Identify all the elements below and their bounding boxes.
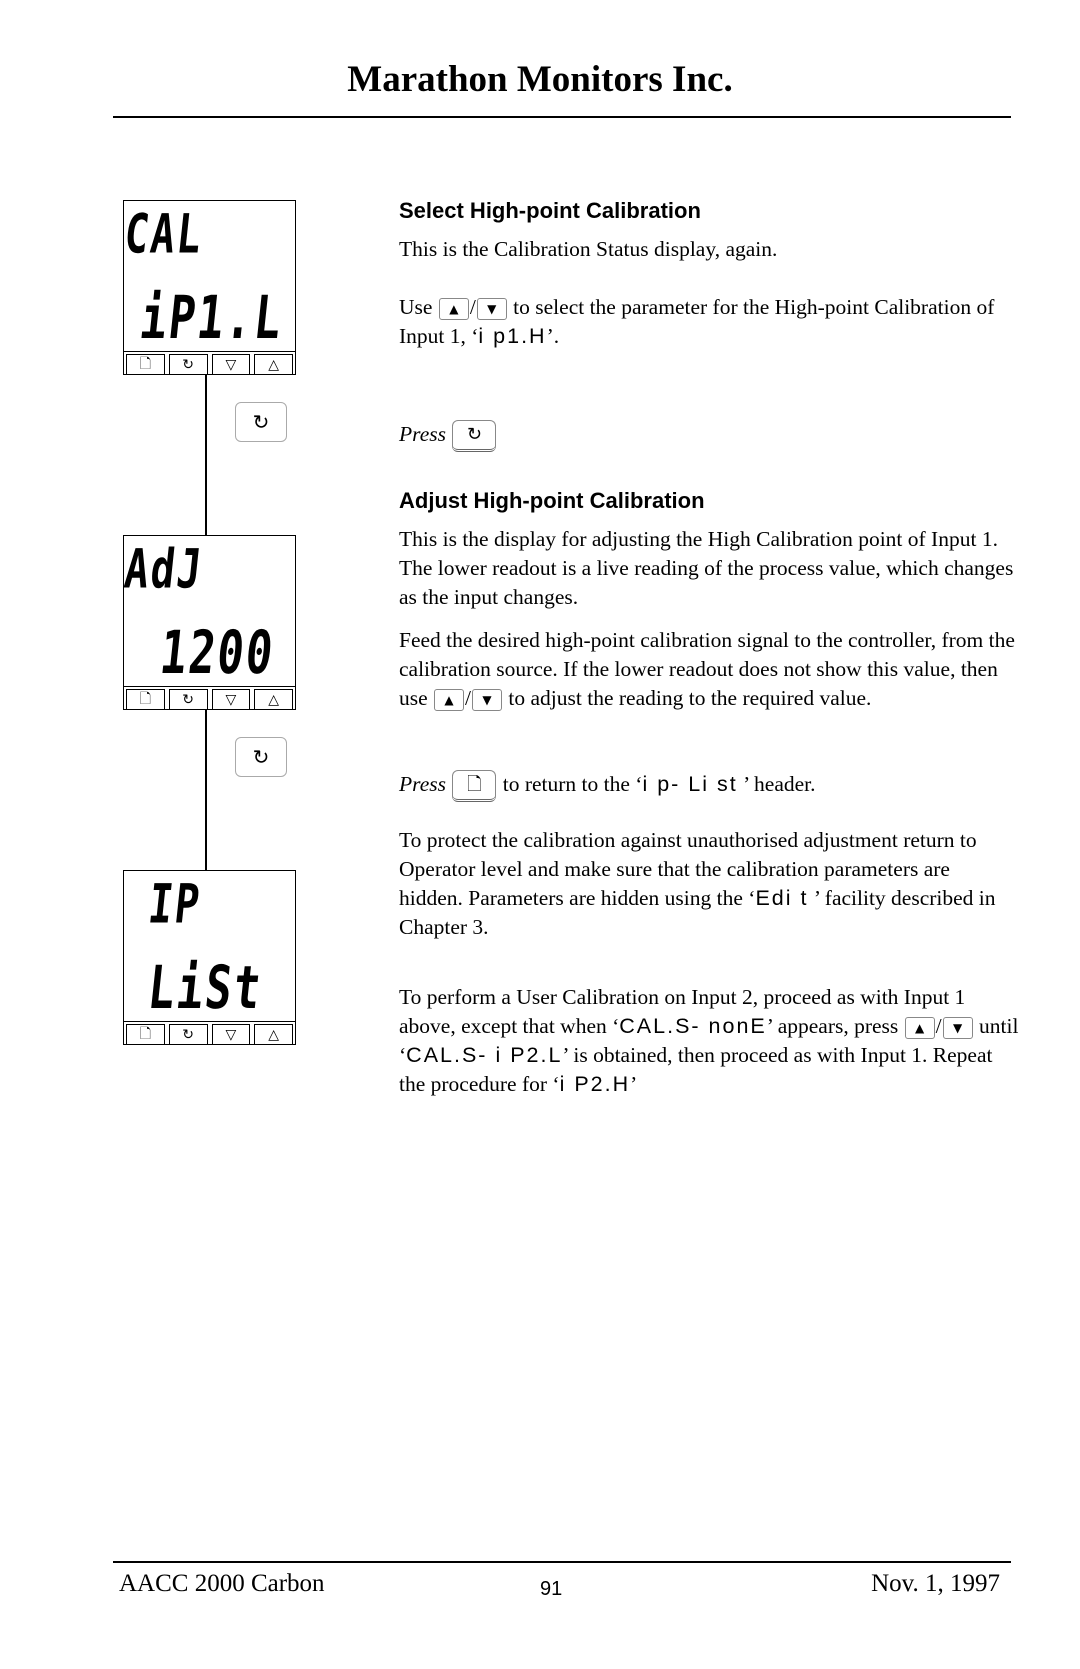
text: / [935, 1014, 942, 1038]
down-key-icon: ▼ [472, 689, 503, 712]
upper-readout: AdJ [121, 539, 207, 602]
press-label: Press [399, 772, 446, 796]
page-number: 91 [540, 1578, 563, 1600]
paragraph: To perform a User Calibration on Input 2… [399, 983, 1019, 1099]
scroll-icon[interactable]: ↻ [168, 354, 208, 375]
down-arrow-icon[interactable]: ▽ [211, 1024, 251, 1045]
scroll-icon[interactable]: ↻ [168, 1024, 208, 1045]
text: to return to the ‘ [502, 772, 643, 796]
lower-readout: LiSt [144, 954, 266, 1023]
paragraph: This is the display for adjusting the Hi… [399, 527, 1014, 609]
panel-keypad: 🗋 ↻ ▽ △ [124, 1021, 295, 1045]
display-panel-adjust: AdJ 1200 🗋 ↻ ▽ △ [121, 535, 296, 710]
up-key-icon: ▲ [904, 1017, 935, 1040]
down-arrow-icon[interactable]: ▽ [211, 354, 251, 375]
down-key-icon: ▼ [476, 298, 507, 321]
section-heading-adjust: Adjust High-point Calibration [399, 488, 705, 513]
lower-readout: 1200 [156, 619, 278, 688]
text: / [465, 686, 472, 710]
parameter-code: i p- Li st [642, 772, 738, 796]
parameter-code: i P2.H [559, 1072, 631, 1096]
page-icon[interactable]: 🗋 [126, 354, 165, 375]
panel-keypad: 🗋 ↻ ▽ △ [124, 351, 295, 375]
scroll-button-icon[interactable]: ↻ [235, 737, 287, 777]
display-panel-cal-status: CAL iP1.L 🗋 ↻ ▽ △ [121, 200, 296, 375]
scroll-button-icon[interactable]: ↻ [235, 402, 287, 442]
page-icon[interactable]: 🗋 [126, 689, 165, 710]
down-arrow-icon[interactable]: ▽ [211, 689, 251, 710]
up-key-icon: ▲ [434, 689, 465, 712]
scroll-icon[interactable]: ↻ [168, 689, 208, 710]
up-arrow-icon[interactable]: △ [254, 1024, 293, 1045]
up-key-icon: ▲ [438, 298, 469, 321]
paragraph: To protect the calibration against unaut… [399, 826, 1019, 942]
section-heading-select: Select High-point Calibration [399, 198, 701, 223]
display-panel-ip-list: IP LiSt 🗋 ↻ ▽ △ [123, 870, 296, 1045]
panel-keypad: 🗋 ↻ ▽ △ [124, 686, 295, 710]
upper-readout: CAL [121, 204, 207, 267]
scroll-key-icon: ↻ [452, 420, 497, 453]
flow-connector [205, 375, 207, 535]
page-key-icon: 🗋 [452, 770, 497, 803]
text: ’. [546, 324, 560, 348]
parameter-code: CAL.S- nonE [619, 1014, 767, 1038]
page-header-title: Marathon Monitors Inc. [347, 59, 733, 100]
footer-rule [113, 1561, 1011, 1563]
text: Use [399, 295, 433, 319]
upper-readout: IP [145, 874, 205, 937]
paragraph: Use ▲ / ▼ to select the parameter for the … [399, 293, 1019, 351]
paragraph: Feed the desired high-point calibration … [399, 626, 1019, 713]
flow-connector [205, 710, 207, 870]
footer-date: Nov. 1, 1997 [871, 1570, 1000, 1597]
text: to adjust the reading to the required va… [508, 686, 872, 710]
text: / [469, 295, 476, 319]
press-instruction: Press 🗋 to return to the ‘i p- Li st ’ h… [399, 770, 1019, 803]
down-key-icon: ▼ [942, 1017, 973, 1040]
paragraph: This is the Calibration Status display, … [399, 237, 778, 261]
text: ’ [630, 1072, 638, 1096]
header-rule [113, 116, 1011, 118]
parameter-code: CAL.S- i P2.L [406, 1043, 563, 1067]
page-icon[interactable]: 🗋 [126, 1024, 165, 1045]
text: ’ header. [737, 772, 816, 796]
press-instruction: Press ↻ [399, 420, 1019, 453]
footer-document-name: AACC 2000 Carbon [119, 1570, 325, 1597]
parameter-code: Edi t [755, 886, 809, 910]
up-arrow-icon[interactable]: △ [254, 689, 293, 710]
parameter-code: i p1.H [478, 324, 547, 348]
text: ’ appears, press [766, 1014, 899, 1038]
up-arrow-icon[interactable]: △ [254, 354, 293, 375]
lower-readout: iP1.L [136, 284, 287, 353]
press-label: Press [399, 422, 446, 446]
